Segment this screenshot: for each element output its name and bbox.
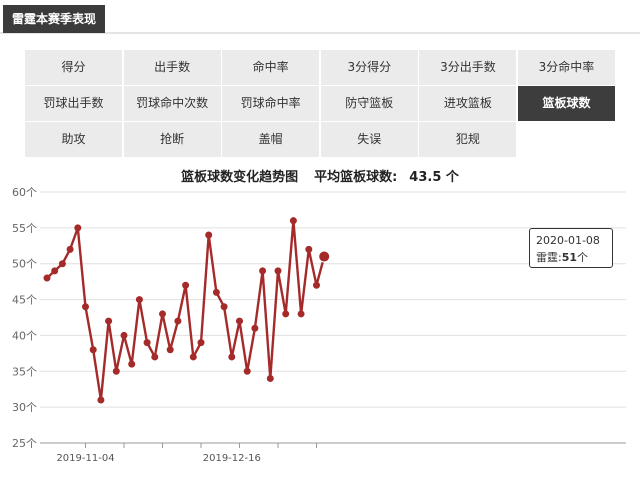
data-point	[51, 267, 59, 275]
y-tick-label: 45个	[12, 294, 37, 307]
tooltip-unit: 个	[577, 251, 589, 264]
data-point	[82, 303, 89, 311]
data-point	[313, 281, 320, 289]
y-tick-label: 25个	[12, 437, 37, 450]
data-point	[259, 267, 267, 275]
data-point	[236, 317, 243, 325]
data-point	[205, 231, 213, 239]
data-point	[120, 331, 128, 339]
data-point	[151, 353, 159, 361]
data-point	[182, 281, 190, 289]
data-point	[251, 324, 259, 332]
y-tick-label: 40个	[12, 329, 37, 342]
data-point	[189, 353, 197, 361]
tooltip-team: 雷霆	[536, 251, 558, 264]
x-tick-label: 2019-12-16	[203, 453, 261, 464]
y-tick-label: 60个	[12, 186, 37, 199]
data-point	[112, 367, 120, 375]
data-point	[66, 245, 74, 253]
highlighted-data-point	[318, 250, 331, 263]
y-tick-label: 30个	[12, 401, 37, 414]
y-tick-label: 55个	[12, 222, 37, 235]
tooltip-value-line: 雷霆:51个	[536, 251, 589, 264]
series-line	[46, 219, 326, 402]
data-point	[220, 303, 228, 311]
data-point	[143, 339, 151, 347]
data-point	[89, 346, 97, 354]
data-point	[228, 353, 236, 361]
data-point	[305, 245, 313, 253]
x-tick-label: 2019-11-04	[56, 453, 114, 464]
data-point	[297, 310, 305, 318]
data-point	[74, 224, 82, 232]
data-point	[58, 260, 66, 268]
data-point	[43, 274, 51, 282]
y-tick-label: 50个	[12, 258, 37, 271]
data-point	[212, 288, 220, 296]
data-point	[97, 396, 105, 404]
chart-tooltip: 2020-01-08 雷霆:51个	[529, 228, 613, 268]
data-point	[274, 267, 282, 275]
data-point	[105, 317, 113, 325]
data-point	[174, 317, 182, 325]
data-point	[243, 367, 251, 375]
data-point	[166, 346, 174, 354]
data-point	[128, 360, 136, 368]
data-point	[135, 296, 143, 304]
tooltip-date: 2020-01-08	[536, 234, 600, 247]
tooltip-value: 51	[561, 251, 578, 264]
data-point	[197, 339, 205, 347]
data-point	[266, 374, 274, 382]
data-point	[289, 217, 297, 225]
data-point	[159, 310, 166, 318]
y-tick-label: 35个	[12, 365, 37, 378]
data-point	[282, 310, 290, 318]
